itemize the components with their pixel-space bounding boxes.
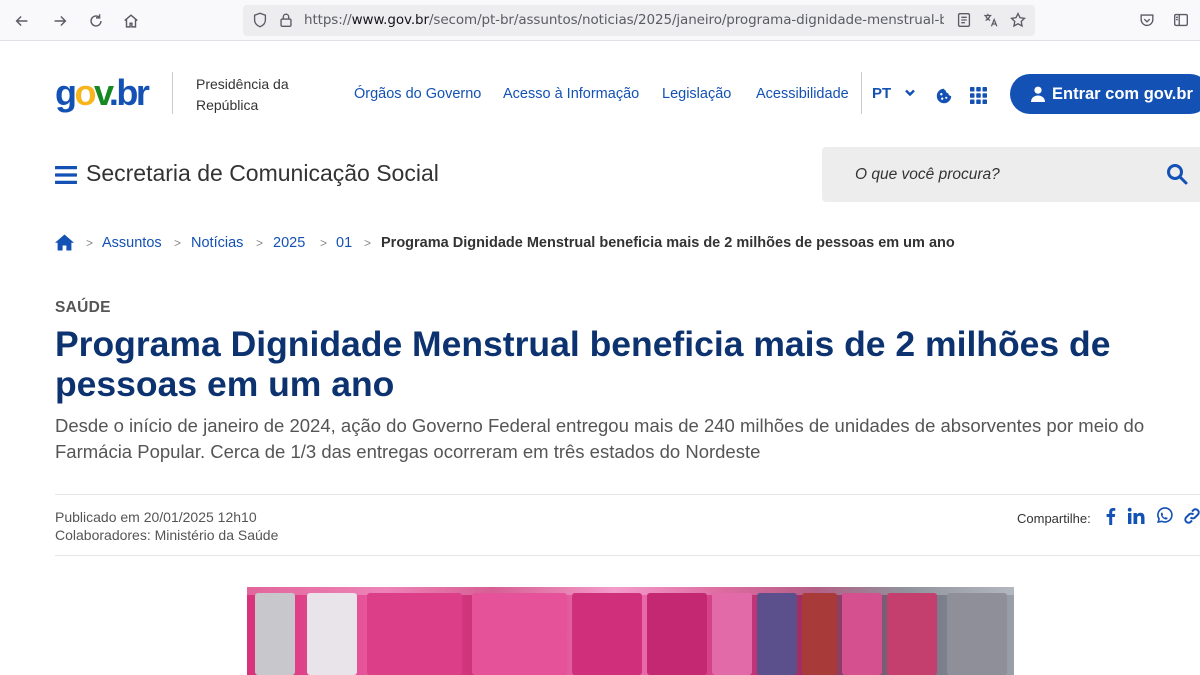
header-divider [172,72,173,114]
site-title[interactable]: Secretaria de Comunicação Social [86,160,439,187]
article-subtitle: Desde o início de janeiro de 2024, ação … [55,415,1145,462]
product-package [712,593,752,675]
breadcrumb-year[interactable]: 2025 [273,235,305,251]
search-placeholder: O que você procura? [855,166,1000,183]
back-icon[interactable] [10,9,34,33]
org-name: Presidência da República [196,76,289,113]
divider [55,494,1200,495]
product-package [255,593,295,675]
browser-toolbar: https://www.gov.br/secom/pt-br/assuntos/… [0,0,1200,41]
tracking-shield-icon[interactable] [251,11,269,29]
product-package [887,593,937,675]
chevron-right-icon: > [364,236,372,250]
breadcrumb-home-icon[interactable] [55,234,74,251]
chevron-right-icon: > [174,236,182,250]
sidebar-icon[interactable] [1172,11,1190,29]
share-label: Compartilhe: [1017,511,1091,526]
product-package [647,593,707,675]
breadcrumb-assuntos[interactable]: Assuntos [102,235,162,251]
copy-link-icon[interactable] [1183,507,1200,525]
bookmark-star-icon[interactable] [1009,11,1027,29]
hamburger-menu-icon[interactable] [55,165,77,185]
nav-link-orgaos[interactable]: Órgãos do Governo [354,86,481,102]
chevron-down-icon[interactable] [903,87,917,99]
breadcrumb-month[interactable]: 01 [336,235,352,251]
apps-grid-icon[interactable] [970,87,987,104]
govbr-logo[interactable]: gov.br [55,72,157,114]
nav-link-acessibilidade[interactable]: Acessibilidade [756,86,849,102]
nav-link-acesso-informacao[interactable]: Acesso à Informação [503,86,639,102]
breadcrumb-noticias[interactable]: Notícias [191,235,243,251]
login-button[interactable]: Entrar com gov.br [1010,74,1200,114]
nav-link-legislacao[interactable]: Legislação [662,86,731,102]
url-text[interactable]: https://www.gov.br/secom/pt-br/assuntos/… [304,12,944,30]
article-category: SAÚDE [55,299,111,316]
login-button-label: Entrar com gov.br [1052,84,1193,103]
home-icon[interactable] [119,9,143,33]
contributors: Colaboradores: Ministério da Saúde [55,527,279,543]
product-package [842,593,882,675]
search-input[interactable]: O que você procura? [822,147,1200,202]
lock-icon[interactable] [277,11,295,29]
product-package [367,593,462,675]
pocket-icon[interactable] [1138,11,1156,29]
product-package [947,593,1007,675]
nav-divider [861,72,862,114]
breadcrumb-current: Programa Dignidade Menstrual beneficia m… [381,235,955,251]
product-package [307,593,357,675]
product-package [572,593,642,675]
product-package [472,593,567,675]
address-bar[interactable]: https://www.gov.br/secom/pt-br/assuntos/… [243,5,1035,36]
divider [55,555,1200,556]
facebook-icon[interactable] [1102,507,1120,525]
reload-icon[interactable] [84,9,108,33]
cookie-icon[interactable] [935,87,953,105]
svg-text:gov.br: gov.br [55,72,150,113]
language-selector[interactable]: PT [872,85,891,102]
product-package [802,593,837,675]
user-icon [1031,86,1045,102]
search-icon[interactable] [1166,163,1188,185]
linkedin-icon[interactable] [1127,507,1145,525]
article-headline: Programa Dignidade Menstrual beneficia m… [55,324,1111,404]
translate-icon[interactable] [982,11,1000,29]
chevron-right-icon: > [86,236,94,250]
product-package [757,593,797,675]
article-hero-image [247,587,1014,675]
forward-icon[interactable] [48,9,72,33]
chevron-right-icon: > [320,236,328,250]
publish-date: Publicado em 20/01/2025 12h10 [55,509,257,525]
chevron-right-icon: > [256,236,264,250]
reader-view-icon[interactable] [955,11,973,29]
whatsapp-icon[interactable] [1155,507,1173,525]
